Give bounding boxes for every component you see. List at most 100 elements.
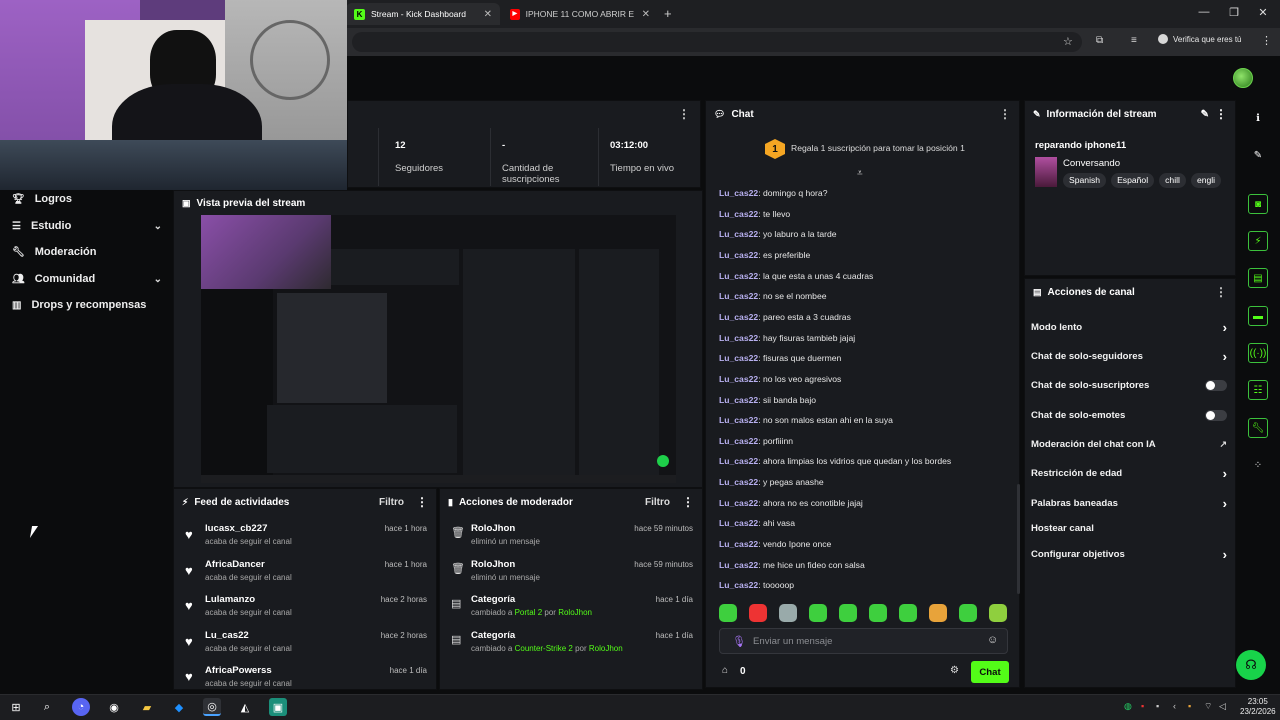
emote-icon[interactable] <box>929 604 947 622</box>
toggle-switch[interactable] <box>1205 379 1227 391</box>
profile-chip[interactable]: Verifica que eres tú <box>1158 34 1241 44</box>
apps-icon[interactable]: ⁘ <box>1248 455 1268 475</box>
emote-icon[interactable] <box>719 604 737 622</box>
chat-menu-icon[interactable]: ⋮ <box>999 107 1011 121</box>
emote-icon[interactable] <box>959 604 977 622</box>
browser-menu-icon[interactable]: ⋮ <box>1261 34 1272 47</box>
emote-icon[interactable] <box>839 604 857 622</box>
emote-icon[interactable] <box>899 604 917 622</box>
close-window-icon[interactable]: ✕ <box>1253 6 1273 19</box>
media-icon[interactable]: ≡ <box>1131 35 1137 46</box>
channel-action-item[interactable]: Moderación del chat con IA ↗ <box>1031 437 1227 451</box>
channel-action-item[interactable]: Configurar objetivos › <box>1031 547 1227 562</box>
address-bar[interactable] <box>352 32 1082 52</box>
emote-icon[interactable] <box>809 604 827 622</box>
tab-youtube[interactable]: ▶ IPHONE 11 COMO ABRIR E TRO ✕ <box>502 3 658 25</box>
tab-kick-dashboard[interactable]: K Stream - Kick Dashboard ✕ <box>346 3 500 25</box>
mod-action-item[interactable]: 🗑︎ RoloJhon eliminó un mensaje hace 59 minu… <box>451 559 693 593</box>
restore-icon[interactable]: ❐ <box>1224 6 1244 19</box>
mod-action-item[interactable]: ▤ Categoría cambiado a Portal 2 por RoloJh… <box>451 594 693 628</box>
volume-icon[interactable]: ◁ <box>1219 701 1226 712</box>
stats-menu-icon[interactable]: ⋮ <box>678 107 690 121</box>
activity-menu-icon[interactable]: ⋮ <box>416 495 428 509</box>
activity-user[interactable]: lucasx_cb227 <box>205 523 267 534</box>
stream-preview-video[interactable] <box>201 215 676 483</box>
chat-send-button[interactable]: Chat <box>971 661 1009 683</box>
search-icon[interactable]: ⌕ <box>38 698 56 716</box>
mod-filter-button[interactable]: Filtro <box>645 497 670 508</box>
edit-icon[interactable]: ✎ <box>1201 109 1209 120</box>
discord-icon[interactable]: ◔ <box>72 698 90 716</box>
mod-action-item[interactable]: ▤ Categoría cambiado a Counter-Strike 2 po… <box>451 630 693 664</box>
sidebar-item-estudio[interactable]: ☰ Estudio ⌄ <box>12 220 162 232</box>
chat-username[interactable]: Lu_cas22 <box>719 518 758 528</box>
new-tab-icon[interactable]: + <box>664 6 672 21</box>
extensions-icon[interactable]: ⧉ <box>1096 35 1103 46</box>
channel-action-item[interactable]: Palabras baneadas › <box>1031 496 1227 511</box>
activity-filter-button[interactable]: Filtro <box>379 497 404 508</box>
emote-icon[interactable] <box>749 604 767 622</box>
activity-user[interactable]: Lulamanzo <box>205 594 255 605</box>
document-icon[interactable]: ▤ <box>1248 268 1268 288</box>
chat-settings-icon[interactable]: ⚙ <box>950 665 959 676</box>
activity-item[interactable]: ♥ Lu_cas22 acaba de seguir el canal hace 2 … <box>185 630 427 664</box>
channel-action-item[interactable]: Restricción de edad › <box>1031 466 1227 481</box>
activity-item[interactable]: ♥ lucasx_cb227 acaba de seguir el canal hac… <box>185 523 427 557</box>
stream-info-menu-icon[interactable]: ⋮ <box>1215 107 1227 121</box>
mod-menu-icon[interactable]: ⋮ <box>682 495 694 509</box>
wrench-icon[interactable]: 🔧︎ <box>1248 418 1268 438</box>
info-icon[interactable]: ℹ <box>1248 108 1268 128</box>
mod-action-item[interactable]: 🗑︎ RoloJhon eliminó un mensaje hace 59 minu… <box>451 523 693 557</box>
sidebar-item-comunidad[interactable]: 👥︎ Comunidad ⌄ <box>12 273 162 285</box>
emote-icon[interactable] <box>989 604 1007 622</box>
layers-icon[interactable]: ☷ <box>1248 380 1268 400</box>
activity-item[interactable]: ♥ AfricaPowerss acaba de seguir el canal ha… <box>185 665 427 688</box>
toggle-switch[interactable] <box>1205 409 1227 421</box>
chat-username[interactable]: Lu_cas22 <box>719 477 758 487</box>
pencil-icon[interactable]: ✎ <box>1248 145 1268 165</box>
whatsapp-tray-icon[interactable]: ◍ <box>1124 701 1132 712</box>
chrome-icon[interactable]: ◎ <box>203 698 221 716</box>
avatar[interactable] <box>1233 68 1253 88</box>
chat-input[interactable]: 🎙︎ Enviar un mensaje ☺ <box>719 628 1008 654</box>
file-explorer-icon[interactable]: ▰ <box>138 698 156 716</box>
support-headset-icon[interactable]: ☊ <box>1236 650 1266 680</box>
pin-expand-icon[interactable]: ⩡ <box>857 168 863 179</box>
mod-action-title[interactable]: Categoría <box>471 630 515 641</box>
sub-goal-text[interactable]: Regala 1 suscripción para tomar la posic… <box>791 143 965 153</box>
sidebar-item-moderacion[interactable]: 🔧︎ Moderación <box>12 246 162 258</box>
sidebar-item-drops[interactable]: ▥ Drops y recompensas <box>12 299 162 311</box>
channel-action-item[interactable]: Modo lento › <box>1031 320 1227 335</box>
channel-action-item[interactable]: Chat de solo-suscriptores <box>1031 378 1227 392</box>
chat-username[interactable]: Lu_cas22 <box>719 250 758 260</box>
tag-chip[interactable]: Spanish <box>1063 173 1107 188</box>
channel-action-item[interactable]: Chat de solo-emotes <box>1031 408 1227 422</box>
chat-username[interactable]: Lu_cas22 <box>719 415 758 425</box>
chat-username[interactable]: Lu_cas22 <box>719 374 758 384</box>
chat-username[interactable]: Lu_cas22 <box>719 436 758 446</box>
chat-username[interactable]: Lu_cas22 <box>719 560 758 570</box>
close-tab-icon[interactable]: ✕ <box>484 9 492 20</box>
channel-actions-menu-icon[interactable]: ⋮ <box>1215 285 1227 299</box>
chat-username[interactable]: Lu_cas22 <box>719 456 758 466</box>
sidebar-item-logros[interactable]: 🏆︎ Logros <box>12 193 162 205</box>
activity-item[interactable]: ♥ AfricaDancer acaba de seguir el canal hac… <box>185 559 427 593</box>
activity-user[interactable]: AfricaDancer <box>205 559 265 570</box>
app-icon[interactable]: ◭ <box>236 698 254 716</box>
mic-icon[interactable]: 🎙︎ <box>732 635 746 648</box>
store-icon[interactable]: ◆ <box>170 698 188 716</box>
chat-username[interactable]: Lu_cas22 <box>719 188 758 198</box>
system-clock[interactable]: 23:05 23/2/2026 <box>1240 697 1276 717</box>
windows-start-icon[interactable]: ⊞ <box>7 698 25 716</box>
broadcast-icon[interactable]: ((·)) <box>1248 343 1268 363</box>
chat-username[interactable]: Lu_cas22 <box>719 395 758 405</box>
emote-icon[interactable] <box>869 604 887 622</box>
mod-desc-user[interactable]: RoloJhon <box>558 608 592 617</box>
lightning-icon[interactable]: ⚡︎ <box>1248 231 1268 251</box>
close-tab-icon[interactable]: ✕ <box>642 9 650 20</box>
chat-username[interactable]: Lu_cas22 <box>719 353 758 363</box>
mod-desc-user[interactable]: RoloJhon <box>589 644 623 653</box>
chat-icon[interactable]: ▬ <box>1248 306 1268 326</box>
chat-username[interactable]: Lu_cas22 <box>719 271 758 281</box>
network-icon[interactable]: ⌔ <box>1204 701 1212 712</box>
